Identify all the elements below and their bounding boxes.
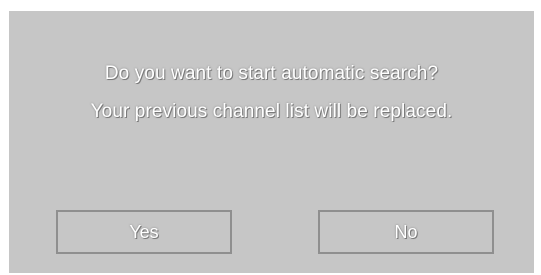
dialog-message-line2: Your previous channel list will be repla… (90, 101, 453, 122)
no-button-label: No (394, 221, 418, 242)
no-button[interactable]: No (318, 210, 494, 254)
yes-button[interactable]: Yes (56, 210, 232, 254)
yes-button-label: Yes (129, 221, 159, 242)
dialog-message-line1: Do you want to start automatic search? (104, 63, 439, 84)
automatic-search-dialog: Do you want to start automatic search? Y… (9, 11, 534, 273)
